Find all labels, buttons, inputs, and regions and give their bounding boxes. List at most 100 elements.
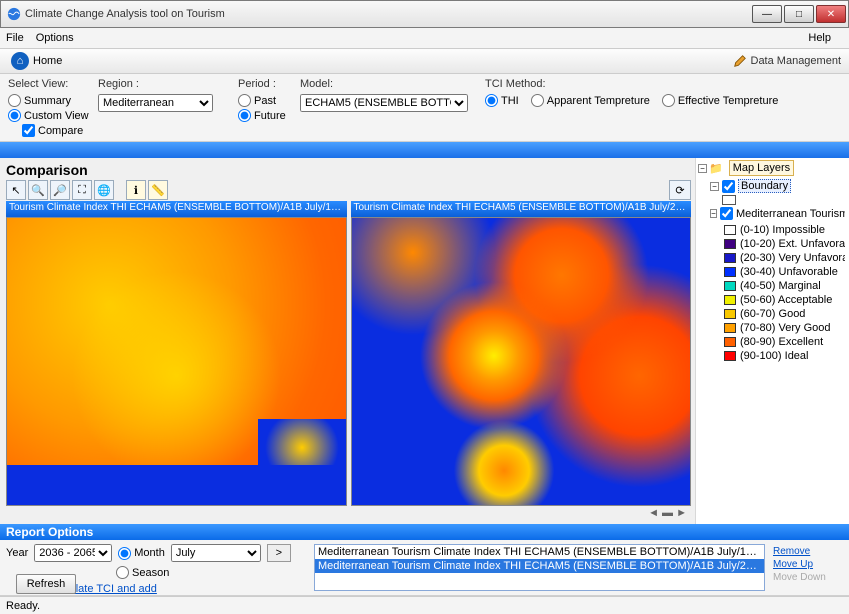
legend-label: (40-50) Marginal (740, 280, 821, 292)
report-list-item[interactable]: Mediterranean Tourism Climate Index THI … (315, 545, 764, 559)
tci-header: TCI Method: (485, 78, 778, 90)
map-left[interactable] (6, 217, 347, 506)
window-close-button[interactable]: ✕ (816, 5, 846, 23)
report-options-header: Report Options (0, 524, 849, 540)
year-select[interactable]: 2036 - 2065 (34, 544, 112, 562)
legend-row: (60-70) Good (724, 307, 845, 321)
legend-swatch (724, 309, 736, 319)
move-up-link[interactable]: Move Up (773, 559, 843, 570)
region-select[interactable]: Mediterranean (98, 94, 213, 112)
month-select[interactable]: July (171, 544, 261, 562)
boundary-expander[interactable]: − (710, 182, 719, 191)
legend-label: (20-30) Very Unfavorable (740, 252, 845, 264)
window-minimize-button[interactable]: — (752, 5, 782, 23)
legend-swatch (724, 267, 736, 277)
med-checkbox[interactable] (720, 207, 733, 220)
map-right-title: Tourism Climate Index THI ECHAM5 (ENSEMB… (351, 201, 692, 217)
app-icon (7, 7, 21, 21)
refresh-button[interactable]: Refresh (16, 574, 76, 594)
legend-label: (90-100) Ideal (740, 350, 809, 362)
legend-label: (30-40) Unfavorable (740, 266, 838, 278)
window-title: Climate Change Analysis tool on Tourism (25, 8, 750, 20)
menu-file[interactable]: File (6, 32, 24, 44)
legend-swatch (724, 323, 736, 333)
zoom-in-icon[interactable]: 🔍 (28, 180, 48, 200)
radio-apparent-temp[interactable]: Apparent Tempreture (531, 94, 650, 107)
region-header: Region : (98, 78, 228, 90)
legend-swatch (724, 225, 736, 235)
checkbox-compare[interactable]: Compare (22, 124, 88, 137)
map-refresh-icon[interactable]: ⟳ (669, 180, 691, 200)
status-bar: Ready. (0, 596, 849, 614)
legend-label: (0-10) Impossible (740, 224, 825, 236)
menubar: File Options Help (0, 28, 849, 48)
map-right[interactable] (351, 217, 692, 506)
separator-bar (0, 142, 849, 158)
toolbar: ⌂ Home Data Management (0, 48, 849, 74)
remove-link[interactable]: Remove (773, 546, 843, 557)
zoom-extent-icon[interactable]: ⛶ (72, 180, 92, 200)
measure-icon[interactable]: 📏 (148, 180, 168, 200)
legend-label: (50-60) Acceptable (740, 294, 832, 306)
comparison-header: Comparison (6, 160, 691, 179)
home-label: Home (33, 55, 62, 67)
menu-options[interactable]: Options (36, 32, 74, 44)
globe-icon[interactable]: 🌐 (94, 180, 114, 200)
model-select[interactable]: ECHAM5 (ENSEMBLE BOTTOM)/A1B (300, 94, 468, 112)
legend-label: (70-80) Very Good (740, 322, 831, 334)
home-icon: ⌂ (11, 52, 29, 70)
layers-root-expander[interactable]: − (698, 164, 707, 173)
home-button[interactable]: ⌂ Home (4, 49, 69, 73)
identify-icon[interactable]: ℹ (126, 180, 146, 200)
data-management-button[interactable]: Data Management (733, 54, 846, 68)
legend-row: (50-60) Acceptable (724, 293, 845, 307)
legend-row: (40-50) Marginal (724, 279, 845, 293)
folder-icon: 📁 (709, 162, 723, 175)
select-view-header: Select View: (8, 78, 88, 90)
status-text: Ready. (6, 600, 40, 612)
radio-effective-temp[interactable]: Effective Tempreture (662, 94, 778, 107)
legend-row: (80-90) Excellent (724, 335, 845, 349)
radio-month[interactable]: Month (118, 547, 165, 560)
boundary-symbol (722, 195, 736, 205)
legend-swatch (724, 351, 736, 361)
menu-help[interactable]: Help (808, 32, 831, 44)
radio-past[interactable]: Past (238, 94, 290, 107)
legend-swatch (724, 295, 736, 305)
legend-label: (10-20) Ext. Unfavorable (740, 238, 845, 250)
legend-swatch (724, 253, 736, 263)
map-scroll-stub[interactable]: ◄ ▬ ► (6, 506, 691, 520)
pencil-icon (733, 54, 747, 68)
data-management-label: Data Management (751, 55, 842, 67)
report-list-item[interactable]: Mediterranean Tourism Climate Index THI … (315, 559, 764, 573)
legend-row: (90-100) Ideal (724, 349, 845, 363)
legend-swatch (724, 281, 736, 291)
legend-swatch (724, 239, 736, 249)
legend-label: (60-70) Good (740, 308, 805, 320)
pointer-tool-icon[interactable]: ↖ (6, 180, 26, 200)
zoom-out-icon[interactable]: 🔎 (50, 180, 70, 200)
legend-row: (0-10) Impossible (724, 223, 845, 237)
map-layers-node[interactable]: Map Layers (729, 160, 794, 176)
report-options-panel: Year 2036 - 2065 Month July > Season Rec… (0, 540, 849, 596)
boundary-node[interactable]: Boundary (738, 179, 791, 193)
window-maximize-button[interactable]: □ (784, 5, 814, 23)
selection-panel: Select View: Summary Custom View Compare… (0, 74, 849, 142)
boundary-checkbox[interactable] (722, 180, 735, 193)
med-expander[interactable]: − (710, 209, 717, 218)
radio-season[interactable]: Season (116, 566, 169, 579)
move-down-link: Move Down (773, 572, 843, 583)
legend-row: (20-30) Very Unfavorable (724, 251, 845, 265)
legend-swatch (724, 337, 736, 347)
map-left-title: Tourism Climate Index THI ECHAM5 (ENSEMB… (6, 201, 347, 217)
radio-custom-view[interactable]: Custom View (8, 109, 88, 122)
radio-future[interactable]: Future (238, 109, 290, 122)
radio-thi[interactable]: THI (485, 94, 519, 107)
legend-row: (30-40) Unfavorable (724, 265, 845, 279)
med-node[interactable]: Mediterranean Tourism Climate (736, 208, 845, 220)
radio-summary[interactable]: Summary (8, 94, 88, 107)
legend-row: (10-20) Ext. Unfavorable (724, 237, 845, 251)
period-header: Period : (238, 78, 290, 90)
report-list[interactable]: Mediterranean Tourism Climate Index THI … (314, 544, 765, 591)
add-report-button[interactable]: > (267, 544, 291, 562)
